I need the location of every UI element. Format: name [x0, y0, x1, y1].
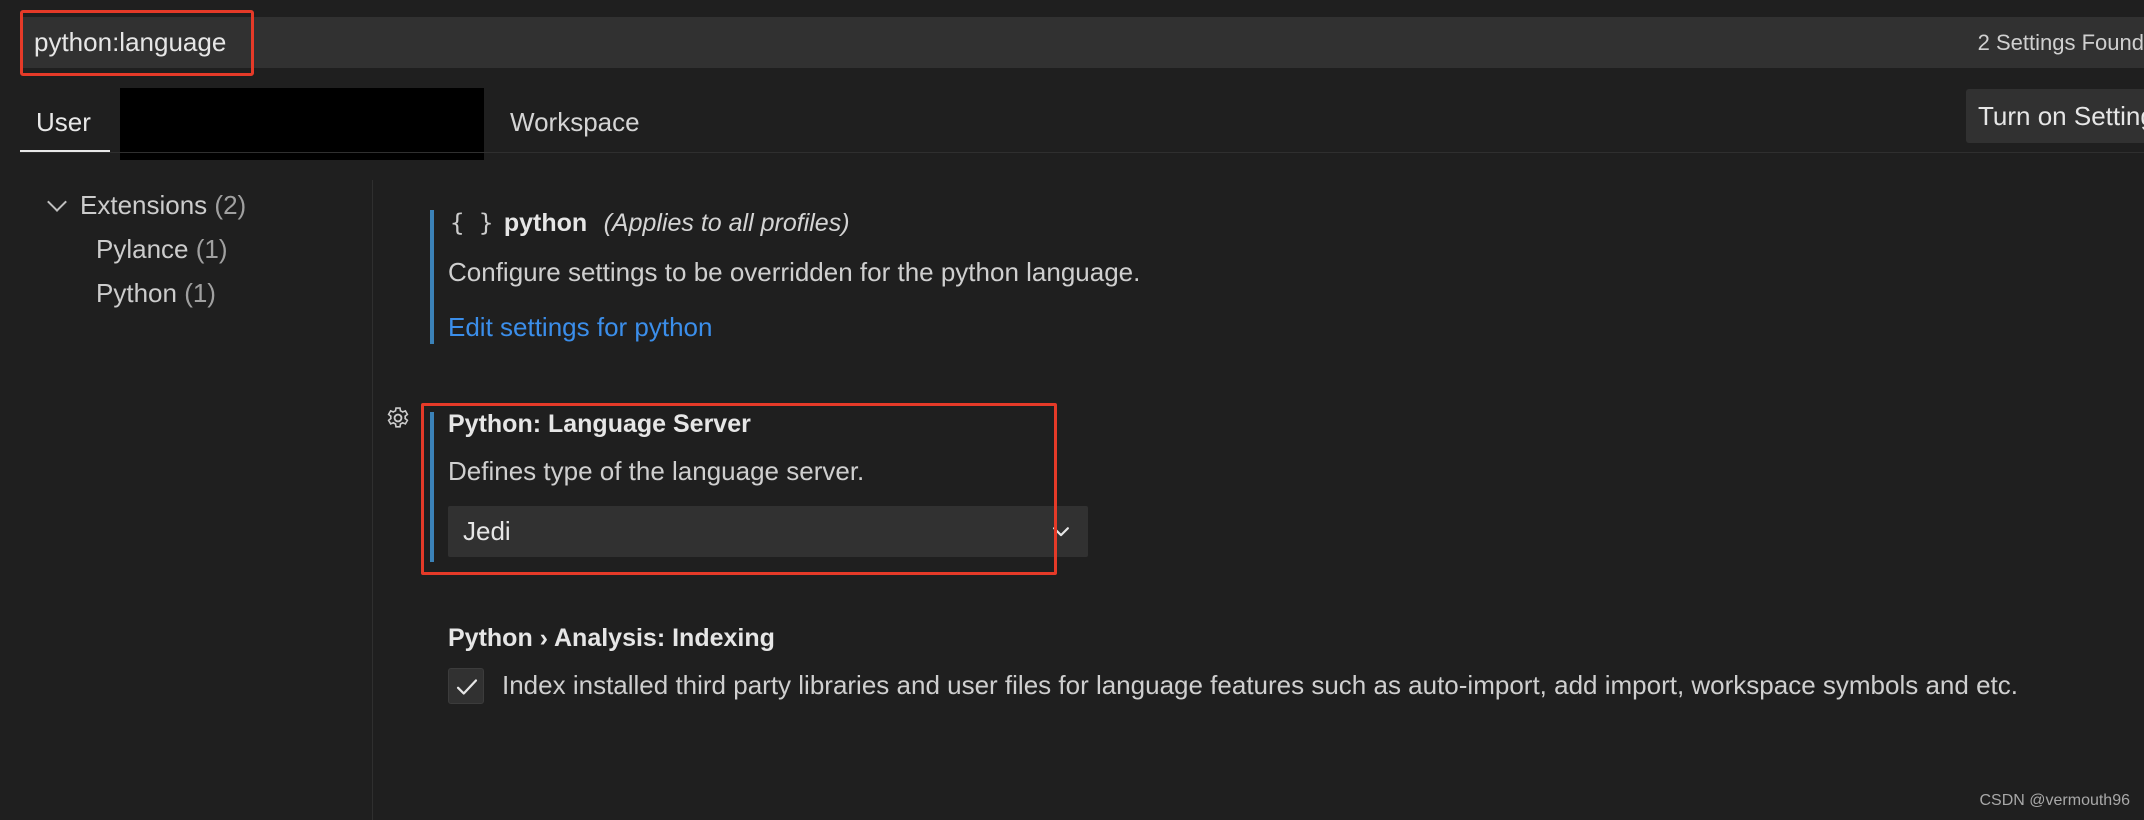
gear-icon[interactable] [383, 403, 413, 433]
setting-accent-bar [430, 412, 434, 562]
tab-user[interactable]: User [20, 92, 110, 152]
setting-accent-bar [430, 210, 434, 344]
settings-search-input[interactable] [34, 17, 634, 68]
turn-on-settings-sync-button[interactable]: Turn on Settings Sync [1966, 89, 2144, 143]
toc-item-pylance[interactable]: Pylance (1) [96, 234, 228, 265]
toc-item-count: (1) [195, 234, 228, 264]
scope-note: (Applies to all profiles) [603, 209, 850, 237]
select-value: Jedi [463, 516, 511, 546]
setting-description-language-server: Defines type of the language server. [448, 456, 865, 486]
settings-search-bar: 2 Settings Found [20, 17, 2144, 68]
toc-item-label: Pylance [96, 234, 189, 264]
chevron-down-icon[interactable] [47, 192, 67, 212]
setting-title-indexing: Python › Analysis: Indexing [448, 624, 775, 652]
indexing-checkbox[interactable] [448, 668, 484, 704]
chevron-down-icon [1053, 527, 1069, 537]
results-count: 2 Settings Found [1977, 30, 2144, 55]
redacted-tab [120, 88, 484, 160]
toc-item-python[interactable]: Python (1) [96, 278, 216, 309]
braces-icon: { } [450, 209, 494, 237]
toc-group-label: Extensions [80, 190, 208, 220]
edit-settings-for-python-link[interactable]: Edit settings for python [448, 312, 712, 343]
toc-divider [372, 180, 373, 820]
toc-item-label: Python [96, 278, 177, 308]
language-name: python [503, 209, 588, 237]
language-override-description: Configure settings to be overridden for … [448, 257, 1141, 287]
language-override-header: { } python (Applies to all profiles) [450, 209, 850, 238]
tab-workspace[interactable]: Workspace [510, 92, 640, 152]
setting-description-indexing: Index installed third party libraries an… [502, 670, 2018, 700]
language-server-select[interactable]: Jedi [448, 506, 1088, 557]
toc-item-count: (1) [184, 278, 216, 308]
toc-group-extensions[interactable]: Extensions (2) [80, 190, 246, 221]
settings-editor: 2 Settings Found User Workspace Turn on … [0, 0, 2144, 820]
watermark: CSDN @vermouth96 [1979, 792, 2130, 809]
tabs-divider [20, 152, 2144, 153]
setting-title-language-server: Python: Language Server [448, 410, 751, 438]
check-icon [456, 679, 478, 695]
toc-group-count: (2) [214, 190, 247, 220]
